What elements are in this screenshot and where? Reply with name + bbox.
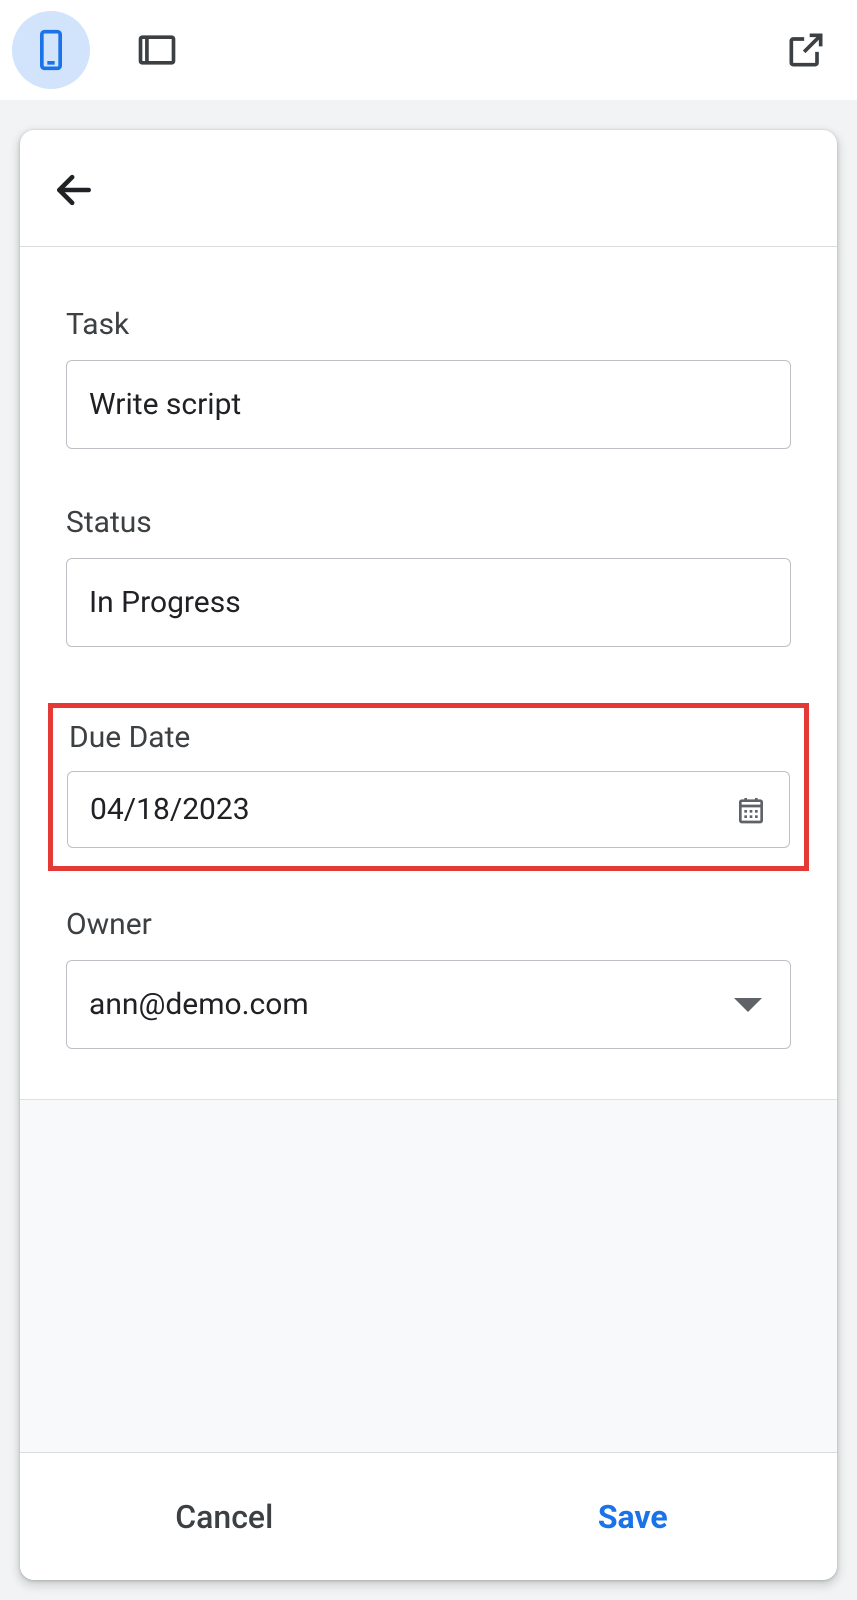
owner-field-group: Owner ann@demo.com bbox=[66, 907, 791, 1049]
tablet-preview-button[interactable] bbox=[118, 11, 196, 89]
owner-select[interactable]: ann@demo.com bbox=[66, 960, 791, 1049]
card-header bbox=[20, 130, 837, 247]
status-field-group: Status In Progress bbox=[66, 505, 791, 647]
mobile-preview-button[interactable] bbox=[12, 11, 90, 89]
phone-icon bbox=[29, 28, 73, 72]
form-body: Task Write script Status In Progress Due… bbox=[20, 247, 837, 1099]
owner-label: Owner bbox=[66, 907, 791, 942]
task-field-group: Task Write script bbox=[66, 307, 791, 449]
form-card: Task Write script Status In Progress Due… bbox=[20, 130, 837, 1580]
status-label: Status bbox=[66, 505, 791, 540]
due-date-value: 04/18/2023 bbox=[90, 792, 735, 827]
status-input[interactable]: In Progress bbox=[66, 558, 791, 647]
cancel-button[interactable]: Cancel bbox=[20, 1453, 429, 1580]
task-input[interactable]: Write script bbox=[66, 360, 791, 449]
back-arrow-icon[interactable] bbox=[52, 168, 96, 212]
due-date-input[interactable]: 04/18/2023 bbox=[67, 771, 790, 848]
due-date-label: Due Date bbox=[69, 720, 790, 755]
owner-value: ann@demo.com bbox=[89, 987, 734, 1022]
tablet-icon bbox=[135, 28, 179, 72]
chevron-down-icon bbox=[734, 998, 762, 1012]
due-date-highlight: Due Date 04/18/2023 bbox=[48, 703, 809, 871]
task-value: Write script bbox=[89, 387, 768, 422]
calendar-icon bbox=[735, 794, 767, 826]
open-external-button[interactable] bbox=[767, 11, 845, 89]
open-external-icon bbox=[784, 28, 828, 72]
form-footer: Cancel Save bbox=[20, 1452, 837, 1580]
task-label: Task bbox=[66, 307, 791, 342]
save-button[interactable]: Save bbox=[429, 1453, 838, 1580]
status-value: In Progress bbox=[89, 585, 768, 620]
preview-toolbar bbox=[0, 0, 857, 100]
form-filler bbox=[20, 1099, 837, 1452]
preview-area: Task Write script Status In Progress Due… bbox=[0, 100, 857, 1600]
